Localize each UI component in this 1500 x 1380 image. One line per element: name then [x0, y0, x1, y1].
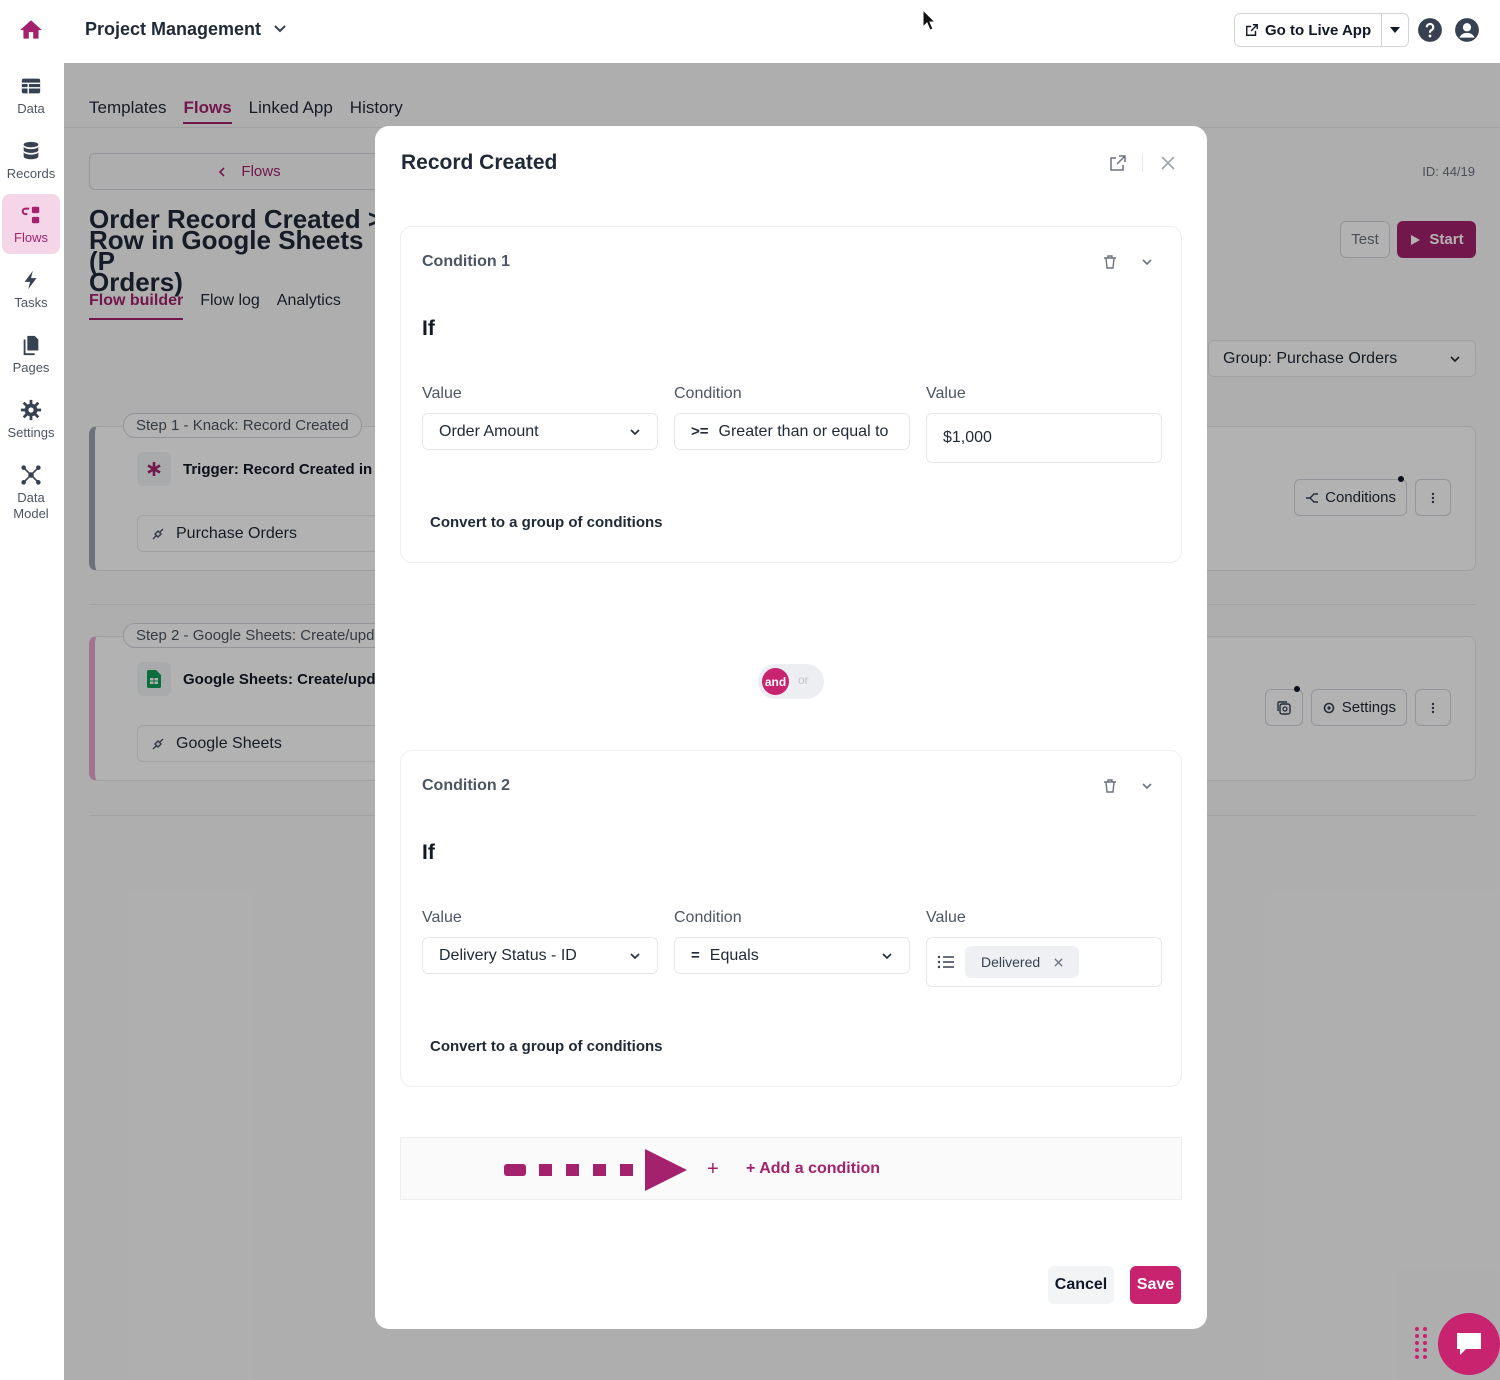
chat-support-button[interactable] — [1438, 1313, 1500, 1375]
database-icon — [23, 141, 39, 159]
trash-icon[interactable] — [1102, 254, 1118, 270]
sidebar-item-label: Pages — [12, 359, 50, 375]
chevron-down-icon[interactable] — [270, 19, 290, 39]
data-model-icon — [21, 465, 41, 485]
condition-card-2: Condition 2 If Value Condition Value Del… — [400, 750, 1182, 1087]
value-multiselect[interactable]: Delivered — [926, 937, 1162, 987]
chevron-down-icon[interactable] — [1139, 778, 1155, 794]
value-chip: Delivered — [965, 946, 1080, 978]
sidebar-item-label: Data — [17, 100, 45, 116]
operator-symbol: >= — [691, 423, 709, 440]
operator-select-value: Greater than or equal to — [718, 422, 889, 440]
record-created-modal: Record Created Condition 1 If Value Cond… — [375, 126, 1207, 1329]
field-select[interactable]: Delivery Status - ID — [422, 937, 658, 974]
sidebar-item-label: Records — [6, 165, 56, 181]
and-option[interactable]: and — [762, 668, 789, 695]
value-label: Value — [926, 385, 966, 402]
user-avatar-icon[interactable] — [1454, 17, 1480, 43]
sidebar-item-label: Data Model — [13, 490, 49, 521]
condition-label: Condition — [674, 909, 742, 926]
pages-icon — [23, 335, 39, 355]
drag-handle-icon[interactable] — [1414, 1326, 1428, 1360]
live-app-dropdown[interactable] — [1382, 14, 1408, 46]
sidebar-item-flows[interactable]: Flows — [2, 194, 60, 254]
field-select-value: Order Amount — [439, 422, 539, 440]
field-select[interactable]: Order Amount — [422, 413, 658, 450]
list-icon — [937, 955, 954, 969]
home-icon[interactable] — [18, 17, 44, 43]
remove-chip-icon[interactable] — [1054, 957, 1063, 967]
sidebar-item-tasks[interactable]: Tasks — [2, 259, 60, 319]
chevron-down-icon — [630, 428, 640, 435]
chevron-down-icon — [630, 952, 640, 959]
live-app-group: Go to Live App — [1234, 13, 1410, 47]
header-divider — [1142, 154, 1143, 172]
app-title[interactable]: Project Management — [85, 19, 261, 40]
condition-title: Condition 2 — [422, 777, 510, 794]
trash-icon[interactable] — [1102, 778, 1118, 794]
help-icon[interactable] — [1417, 17, 1443, 43]
value-label: Value — [926, 909, 966, 926]
chip-label: Delivered — [981, 954, 1041, 970]
external-link-icon — [1246, 24, 1258, 36]
condition-title: Condition 1 — [422, 253, 510, 270]
go-to-live-app-label: Go to Live App — [1265, 21, 1372, 39]
sidebar-item-records[interactable]: Records — [2, 130, 60, 190]
mouse-cursor-icon — [922, 9, 936, 31]
value-label: Value — [422, 385, 462, 402]
chat-bubble-icon — [1457, 1333, 1481, 1355]
sidebar-item-label: Flows — [14, 229, 48, 245]
sidebar-item-settings[interactable]: Settings — [2, 389, 60, 449]
add-condition-button[interactable]: + Add a condition — [746, 1160, 880, 1178]
sidebar-item-label: Settings — [7, 424, 55, 440]
flows-icon — [21, 206, 40, 223]
modal-title: Record Created — [401, 151, 558, 174]
sidebar-item-pages[interactable]: Pages — [2, 324, 60, 384]
open-external-icon[interactable] — [1109, 154, 1127, 172]
operator-symbol: = — [691, 947, 700, 964]
field-select-value: Delivery Status - ID — [439, 946, 577, 964]
operator-select[interactable]: >= Greater than or equal to — [674, 413, 910, 450]
convert-to-group-link[interactable]: Convert to a group of conditions — [430, 1038, 663, 1055]
chevron-down-icon — [882, 952, 892, 959]
add-condition-row: + + Add a condition — [400, 1137, 1182, 1200]
condition-label: Condition — [674, 385, 742, 402]
or-option[interactable]: or — [798, 673, 809, 687]
value-input-text: $1,000 — [943, 429, 992, 446]
caret-down-icon — [1390, 27, 1401, 33]
convert-to-group-link[interactable]: Convert to a group of conditions — [430, 514, 663, 531]
gear-icon — [20, 399, 42, 420]
save-button[interactable]: Save — [1130, 1266, 1181, 1304]
and-or-toggle[interactable]: and or — [758, 664, 824, 699]
cancel-button[interactable]: Cancel — [1048, 1266, 1114, 1304]
sidebar: Data Records Flows Tasks Pages Settings … — [0, 63, 64, 1380]
plus-icon[interactable]: + — [707, 1158, 719, 1181]
value-label: Value — [422, 909, 462, 926]
dashed-arrow-icon — [504, 1149, 687, 1191]
value-input[interactable]: $1,000 — [926, 413, 1162, 463]
table-icon — [21, 78, 41, 93]
chevron-down-icon[interactable] — [1139, 254, 1155, 270]
operator-select[interactable]: = Equals — [674, 937, 910, 974]
go-to-live-app-button[interactable]: Go to Live App — [1235, 14, 1383, 46]
bolt-icon — [24, 270, 37, 289]
if-label: If — [422, 317, 435, 340]
top-bar: Project Management Go to Live App — [0, 0, 1500, 63]
sidebar-item-label: Tasks — [14, 294, 48, 310]
close-icon[interactable] — [1159, 154, 1177, 172]
if-label: If — [422, 841, 435, 864]
sidebar-item-data-model[interactable]: Data Model — [2, 458, 60, 528]
condition-card-1: Condition 1 If Value Condition Value Ord… — [400, 226, 1182, 563]
operator-select-value: Equals — [709, 946, 759, 964]
sidebar-item-data[interactable]: Data — [2, 65, 60, 125]
